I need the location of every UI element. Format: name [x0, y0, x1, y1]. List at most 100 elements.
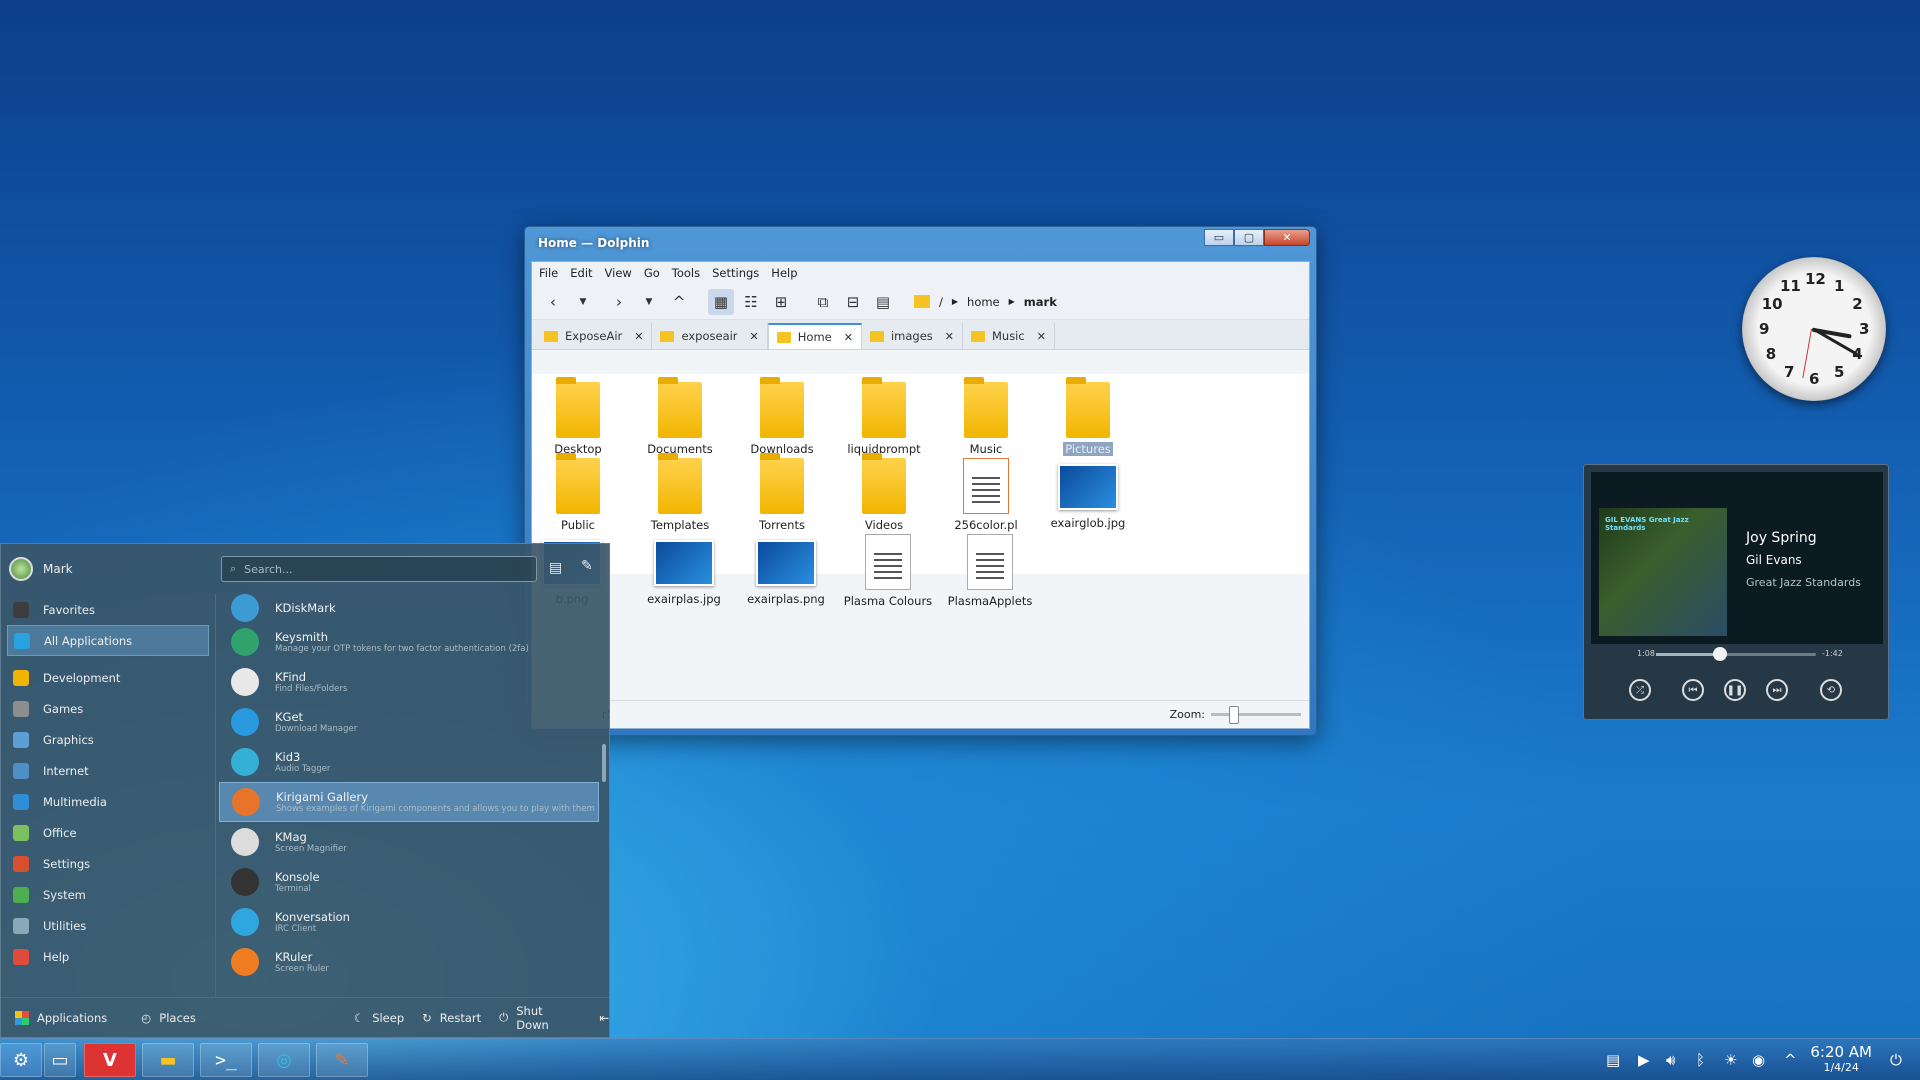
search-input[interactable]: ⌕ Search...: [221, 556, 537, 582]
file-view[interactable]: Desktop Documents Downloads liquidprompt Mus…: [532, 374, 1309, 608]
category-development[interactable]: Development: [1, 662, 215, 693]
file-item[interactable]: Videos: [834, 453, 934, 532]
media-icon[interactable]: ▶: [1638, 1051, 1650, 1069]
sleep-button[interactable]: ☾ Sleep: [354, 1011, 404, 1025]
menu-view[interactable]: View: [605, 266, 632, 280]
next-button[interactable]: ⏭: [1766, 679, 1788, 701]
close-icon[interactable]: ✕: [844, 331, 853, 344]
leave-icon[interactable]: ⏻: [1890, 1051, 1902, 1069]
zoom-slider-handle[interactable]: [1228, 706, 1239, 724]
file-item[interactable]: Downloads: [732, 377, 832, 456]
show-desktop-icon[interactable]: ▭: [44, 1043, 76, 1077]
details-view-icon[interactable]: ⊞: [768, 289, 794, 315]
file-item[interactable]: Music: [936, 377, 1036, 456]
pin-icon[interactable]: ✎: [581, 558, 593, 574]
menu-tools[interactable]: Tools: [672, 266, 700, 280]
breadcrumb-root[interactable]: /: [939, 295, 943, 309]
kde-menu-icon[interactable]: ⚙: [0, 1043, 42, 1077]
file-item[interactable]: Desktop: [528, 377, 628, 456]
app-kid3[interactable]: Kid3 Audio Tagger: [219, 742, 599, 782]
category-help[interactable]: Help: [1, 941, 215, 972]
compact-view-icon[interactable]: ☷: [738, 289, 764, 315]
shutdown-button[interactable]: ⏻ Shut Down: [499, 1004, 575, 1032]
app-kirigami-gallery[interactable]: Kirigami Gallery Shows examples of Kiriga…: [219, 782, 599, 822]
configure-icon[interactable]: ▤: [549, 560, 562, 576]
file-item[interactable]: exairglob.jpg: [1038, 458, 1138, 530]
forward-dropdown-icon[interactable]: ▼: [636, 289, 662, 315]
browser-icon[interactable]: ◎: [258, 1043, 310, 1077]
tab-home[interactable]: Home ✕: [767, 323, 862, 349]
file-item[interactable]: Templates: [630, 453, 730, 532]
new-tab-icon[interactable]: ⧉: [810, 289, 836, 315]
file-item[interactable]: Pictures: [1038, 377, 1138, 456]
category-games[interactable]: Games: [1, 693, 215, 724]
category-settings[interactable]: Settings: [1, 848, 215, 879]
category-office[interactable]: Office: [1, 817, 215, 848]
menu-settings[interactable]: Settings: [712, 266, 759, 280]
window-titlebar[interactable]: Home — Dolphin: [525, 227, 1316, 259]
back-dropdown-icon[interactable]: ▼: [570, 289, 596, 315]
expand-icon[interactable]: ^: [1784, 1051, 1797, 1069]
seek-slider[interactable]: [1656, 647, 1816, 661]
file-item[interactable]: PlasmaApplets: [940, 534, 1040, 608]
category-all-applications[interactable]: All Applications: [7, 625, 209, 656]
file-item[interactable]: liquidprompt: [834, 377, 934, 456]
back-icon[interactable]: ‹: [540, 289, 566, 315]
app-kdiskmark[interactable]: KDiskMark: [219, 594, 599, 622]
brightness-icon[interactable]: ☀: [1724, 1051, 1737, 1069]
category-internet[interactable]: Internet: [1, 755, 215, 786]
file-item[interactable]: Plasma Colours: [838, 534, 938, 608]
bluetooth-icon[interactable]: ᛒ: [1696, 1051, 1705, 1069]
category-utilities[interactable]: Utilities: [1, 910, 215, 941]
file-item[interactable]: Documents: [630, 377, 730, 456]
icons-view-icon[interactable]: ▦: [708, 288, 734, 315]
forward-icon[interactable]: ›: [606, 289, 632, 315]
dolphin-window[interactable]: Home — Dolphin ▭ ▢ ✕ File Edit View Go T…: [524, 226, 1317, 736]
app-konsole[interactable]: Konsole Terminal: [219, 862, 599, 902]
volume-icon[interactable]: 🔊︎: [1666, 1051, 1675, 1069]
menu-file[interactable]: File: [539, 266, 558, 280]
files-icon[interactable]: ▬: [142, 1043, 194, 1077]
category-system[interactable]: System: [1, 879, 215, 910]
file-item[interactable]: exairplas.jpg: [634, 534, 734, 606]
app-keysmith[interactable]: Keysmith Manage your OTP tokens for two f…: [219, 622, 599, 662]
zoom-slider[interactable]: [1211, 706, 1301, 724]
seek-slider-handle[interactable]: [1713, 647, 1727, 661]
pause-button[interactable]: ❚❚: [1724, 679, 1746, 701]
avatar[interactable]: [9, 557, 33, 581]
app-kfind[interactable]: KFind Find Files/Folders: [219, 662, 599, 702]
clock-display[interactable]: 6:20 AM 1/4/24: [1810, 1043, 1872, 1074]
analog-clock[interactable]: 121234567891011: [1742, 257, 1886, 401]
breadcrumb-current[interactable]: mark: [1024, 295, 1057, 309]
category-favorites[interactable]: Favorites: [1, 594, 215, 625]
close-icon[interactable]: ✕: [1037, 330, 1046, 343]
tab-exposeair[interactable]: exposeair ✕: [652, 323, 768, 349]
preview-icon[interactable]: ▤: [870, 289, 896, 315]
file-item[interactable]: exairplas.png: [736, 534, 836, 606]
scrollbar[interactable]: [602, 744, 606, 782]
up-icon[interactable]: ^: [666, 289, 692, 315]
maximize-button[interactable]: ▢: [1234, 229, 1264, 246]
krita-icon[interactable]: ✎: [316, 1043, 368, 1077]
close-icon[interactable]: ✕: [634, 330, 643, 343]
file-item[interactable]: Torrents: [732, 453, 832, 532]
app-kmag[interactable]: KMag Screen Magnifier: [219, 822, 599, 862]
tab-exposeair[interactable]: ExposeAir ✕: [536, 323, 653, 349]
menu-go[interactable]: Go: [644, 266, 660, 280]
applications-tab[interactable]: Applications: [15, 1010, 107, 1025]
shuffle-button[interactable]: ⤮: [1629, 679, 1651, 701]
file-item[interactable]: 256color.pl: [936, 458, 1036, 532]
application-list[interactable]: KDiskMark Keysmith Manage your OTP tokens …: [219, 594, 599, 997]
network-icon[interactable]: ◉: [1752, 1051, 1765, 1069]
minimize-button[interactable]: ▭: [1204, 229, 1234, 246]
app-kget[interactable]: KGet Download Manager: [219, 702, 599, 742]
app-konversation[interactable]: Konversation IRC Client: [219, 902, 599, 942]
repeat-button[interactable]: ⟲: [1820, 679, 1842, 701]
vivaldi-icon[interactable]: V: [84, 1043, 136, 1077]
tab-music[interactable]: Music ✕: [963, 323, 1055, 349]
close-icon[interactable]: ✕: [945, 330, 954, 343]
category-multimedia[interactable]: Multimedia: [1, 786, 215, 817]
places-tab[interactable]: ◴ Places: [141, 1011, 196, 1025]
leave-icon[interactable]: ⇤: [599, 1011, 609, 1025]
breadcrumb-home[interactable]: home: [967, 295, 1000, 309]
